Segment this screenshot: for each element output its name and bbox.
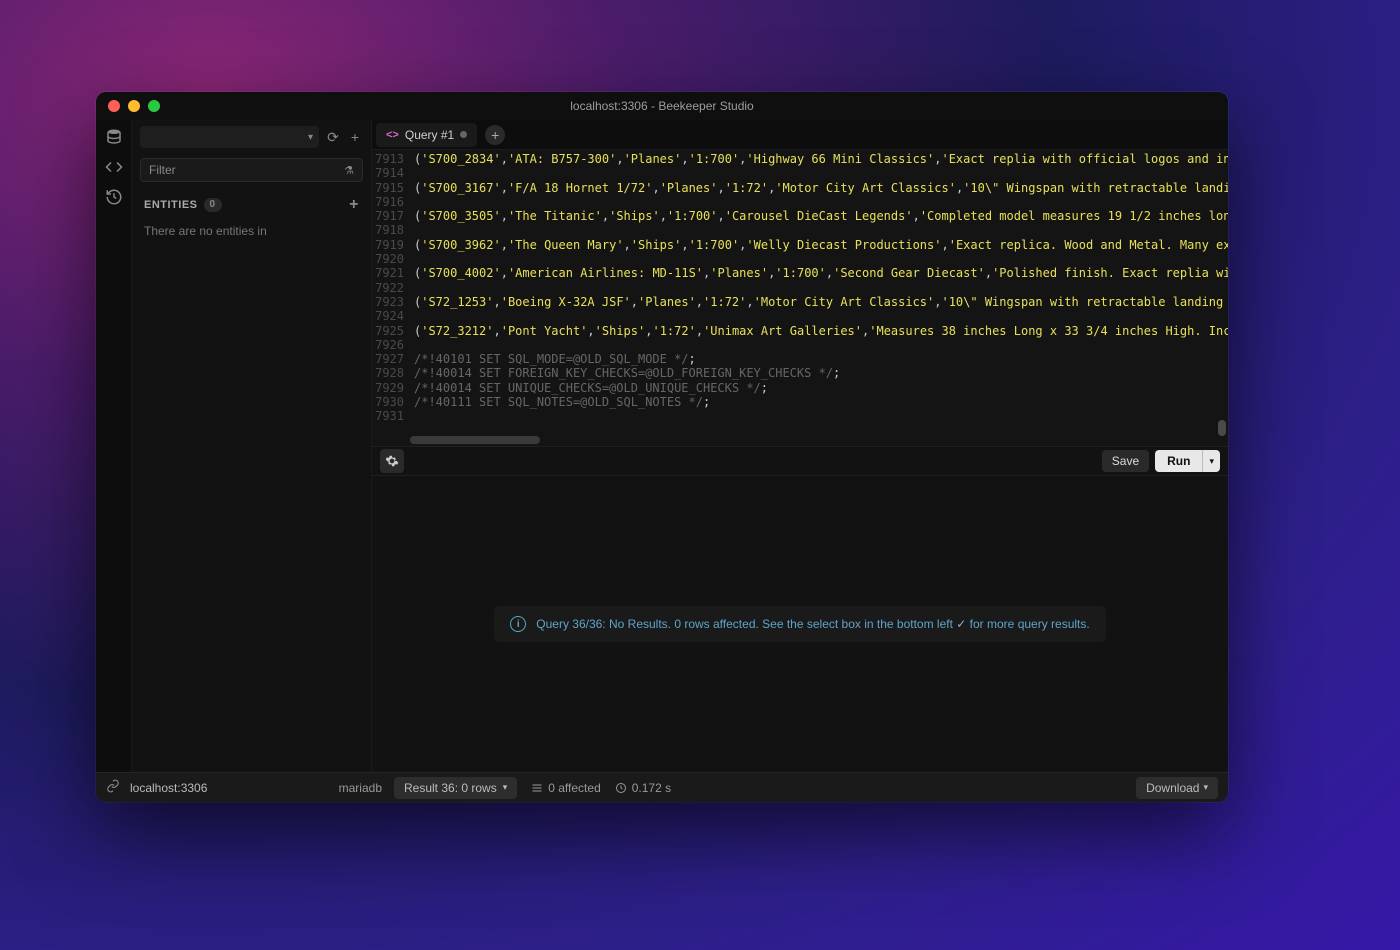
entity-filter-input[interactable]: Filter ⚗	[140, 158, 363, 182]
chevron-down-icon: ▾	[503, 782, 508, 793]
entities-header: ENTITIES 0 +	[132, 186, 371, 218]
code-area[interactable]: ('S700_2834','ATA: B757-300','Planes','1…	[410, 150, 1228, 446]
line-gutter: 7913 7914 7915 7916 7917 7918 7919 7920 …	[372, 150, 410, 446]
info-icon: i	[510, 616, 526, 632]
connection-icon	[106, 779, 120, 796]
sidebar: ▾ ⟳ + Filter ⚗ ENTITIES 0 + There are no…	[132, 120, 372, 772]
results-panel: i Query 36/36: No Results. 0 rows affect…	[372, 476, 1228, 772]
query-timing: 0.172 s	[615, 781, 671, 795]
connection-host[interactable]: localhost:3306	[130, 781, 207, 795]
activity-rail	[96, 120, 132, 772]
chevron-down-icon: ▾	[1203, 782, 1208, 793]
results-info-box: i Query 36/36: No Results. 0 rows affect…	[494, 606, 1105, 642]
tab-query-1[interactable]: <> Query #1	[376, 123, 477, 147]
status-bar: localhost:3306 mariadb Result 36: 0 rows…	[96, 772, 1228, 802]
run-dropdown-button[interactable]: ▾	[1202, 450, 1220, 472]
gear-icon	[385, 454, 399, 468]
editor-settings-button[interactable]	[380, 449, 404, 473]
history-icon[interactable]	[105, 188, 123, 206]
entities-count-badge: 0	[204, 198, 222, 212]
app-window: localhost:3306 - Beekeeper Studio ▾ ⟳ +	[96, 92, 1228, 802]
editor-toolbar: Save Run ▾	[372, 446, 1228, 476]
vertical-scrollbar[interactable]	[1218, 150, 1226, 436]
entities-label: ENTITIES	[144, 199, 198, 211]
save-button[interactable]: Save	[1102, 450, 1149, 472]
tab-label: Query #1	[405, 128, 454, 142]
main-panel: <> Query #1 + 7913 7914 7915 7916 7917 7…	[372, 120, 1228, 772]
minimize-window-button[interactable]	[128, 100, 140, 112]
database-select[interactable]: ▾	[140, 126, 319, 148]
result-selector[interactable]: Result 36: 0 rows ▾	[394, 777, 517, 799]
database-type: mariadb	[339, 781, 382, 795]
clock-icon	[615, 782, 627, 794]
results-info-text: Query 36/36: No Results. 0 rows affected…	[536, 617, 1089, 631]
chevron-down-icon: ▾	[308, 132, 313, 143]
add-entity-button[interactable]: +	[349, 196, 359, 214]
horizontal-scrollbar[interactable]	[410, 436, 1214, 444]
window-title: localhost:3306 - Beekeeper Studio	[96, 99, 1228, 113]
run-button[interactable]: Run	[1155, 450, 1202, 472]
tab-dirty-indicator	[460, 131, 467, 138]
refresh-icon[interactable]: ⟳	[325, 129, 341, 146]
add-icon[interactable]: +	[347, 129, 363, 145]
affected-rows: 0 affected	[531, 781, 601, 795]
titlebar: localhost:3306 - Beekeeper Studio	[96, 92, 1228, 120]
filter-icon: ⚗	[344, 164, 354, 177]
filter-placeholder: Filter	[149, 163, 176, 177]
tab-bar: <> Query #1 +	[372, 120, 1228, 150]
database-icon[interactable]	[105, 128, 123, 146]
rows-icon	[531, 782, 543, 794]
code-icon[interactable]	[105, 158, 123, 176]
entities-empty-message: There are no entities in	[132, 218, 371, 244]
add-tab-button[interactable]: +	[485, 125, 505, 145]
maximize-window-button[interactable]	[148, 100, 160, 112]
sql-editor[interactable]: 7913 7914 7915 7916 7917 7918 7919 7920 …	[372, 150, 1228, 446]
download-button[interactable]: Download ▾	[1136, 777, 1218, 799]
query-tab-icon: <>	[386, 129, 399, 141]
window-controls	[108, 100, 160, 112]
close-window-button[interactable]	[108, 100, 120, 112]
